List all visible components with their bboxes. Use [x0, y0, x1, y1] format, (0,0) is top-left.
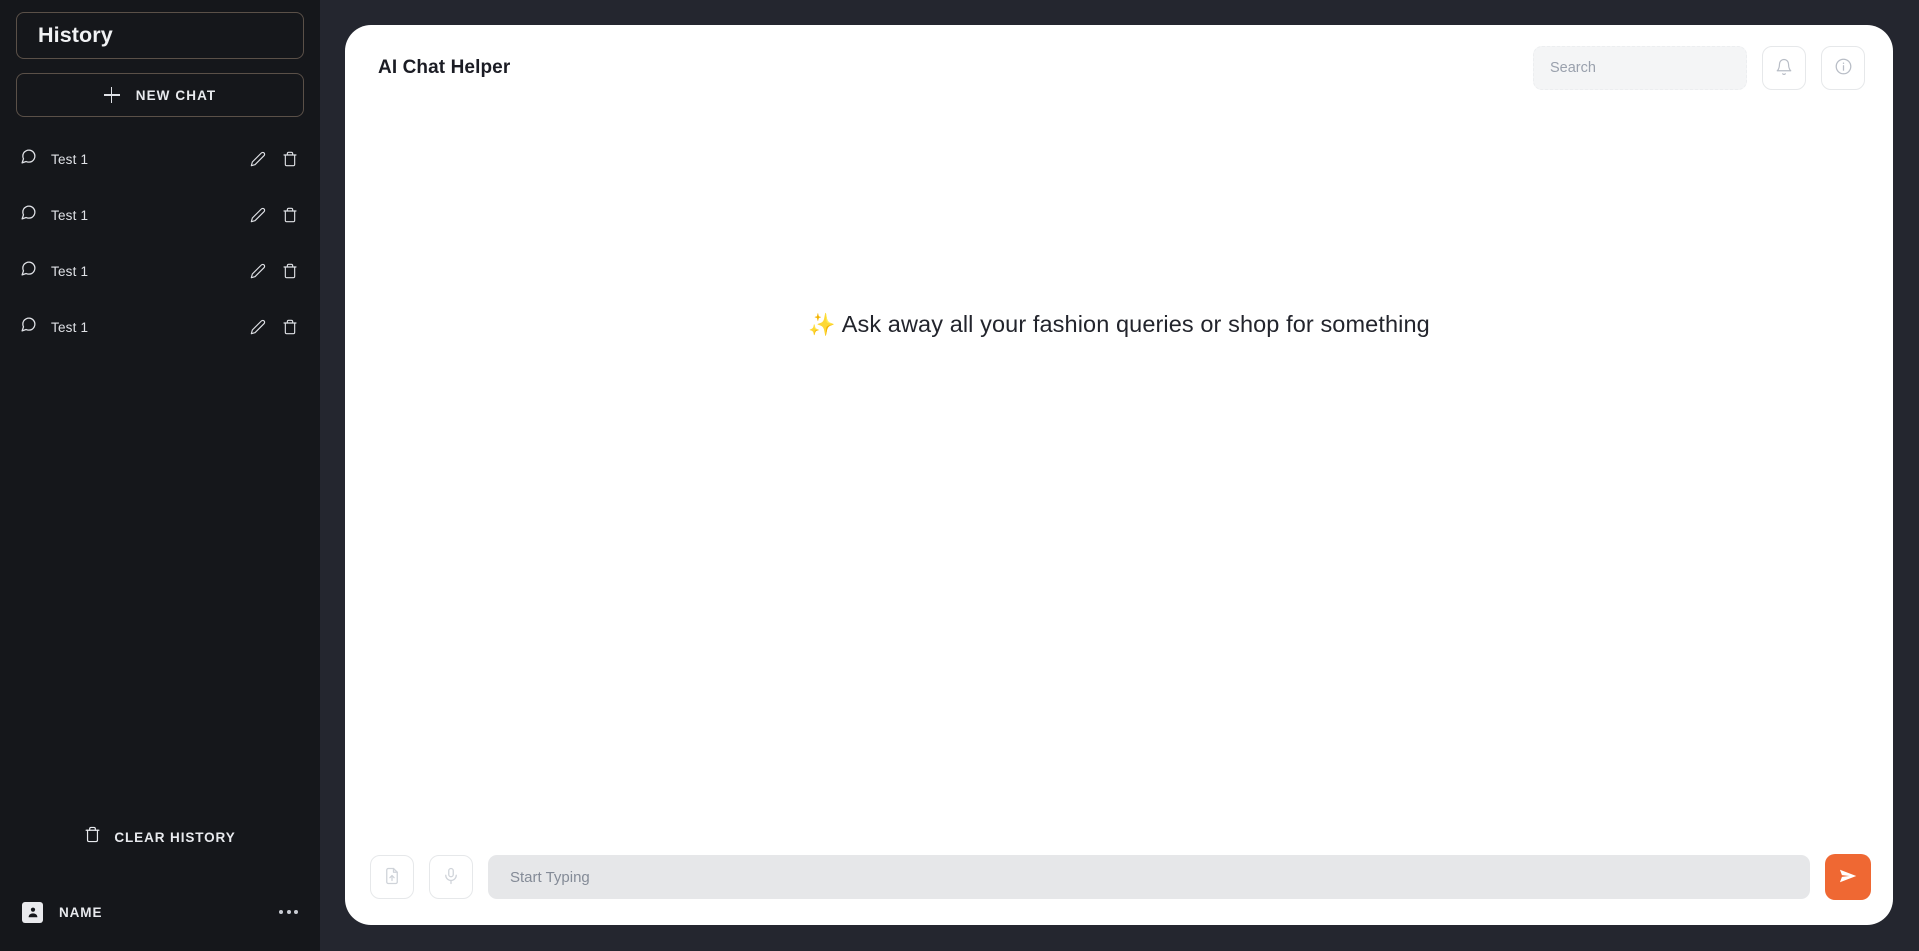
plus-icon — [103, 87, 120, 103]
pencil-icon[interactable] — [248, 205, 268, 225]
new-chat-label: NEW CHAT — [135, 87, 217, 103]
page-title: AI Chat Helper — [378, 57, 511, 78]
ellipsis-icon[interactable] — [279, 910, 298, 914]
send-icon — [1837, 865, 1859, 890]
trash-icon — [84, 826, 101, 848]
send-button[interactable] — [1825, 854, 1871, 900]
trash-icon[interactable] — [280, 205, 300, 225]
chat-history-item[interactable]: Test 1 — [0, 299, 320, 355]
chat-history-item-label: Test 1 — [51, 263, 89, 279]
main-panel: AI Chat Helper ✨ Ask away all your f — [345, 25, 1893, 925]
chat-history-item[interactable]: Test 1 — [0, 131, 320, 187]
message-input[interactable] — [488, 855, 1810, 899]
chat-bubble-icon — [20, 260, 37, 282]
chat-history-item-label: Test 1 — [51, 151, 89, 167]
panel-header: AI Chat Helper — [345, 25, 1893, 111]
file-upload-icon — [383, 867, 401, 888]
chat-bubble-icon — [20, 204, 37, 226]
clear-history-button[interactable]: CLEAR HISTORY — [0, 817, 320, 857]
chat-history-item[interactable]: Test 1 — [0, 187, 320, 243]
chat-body: ✨ Ask away all your fashion queries or s… — [345, 111, 1893, 829]
pencil-icon[interactable] — [248, 317, 268, 337]
chat-bubble-icon — [20, 148, 37, 170]
chat-item-actions — [248, 317, 300, 337]
chat-bubble-icon — [20, 316, 37, 338]
composer-bar — [345, 829, 1893, 925]
header-actions — [1533, 46, 1865, 90]
info-button[interactable] — [1821, 46, 1865, 90]
user-profile-row[interactable]: NAME — [0, 885, 320, 939]
search-input[interactable] — [1533, 46, 1747, 90]
app-root: History NEW CHAT Test 1 Test 1 Test 1 Te… — [0, 0, 1919, 951]
chat-history-list: Test 1 Test 1 Test 1 Test 1 — [0, 131, 320, 355]
microphone-icon — [442, 867, 460, 888]
chat-item-actions — [248, 149, 300, 169]
attach-file-button[interactable] — [370, 855, 414, 899]
empty-state-message: ✨ Ask away all your fashion queries or s… — [808, 311, 1430, 338]
sparkle-icon: ✨ — [808, 311, 836, 337]
chat-history-item-label: Test 1 — [51, 319, 89, 335]
chat-history-item[interactable]: Test 1 — [0, 243, 320, 299]
chat-history-item-label: Test 1 — [51, 207, 89, 223]
voice-input-button[interactable] — [429, 855, 473, 899]
trash-icon[interactable] — [280, 261, 300, 281]
history-header: History — [16, 12, 304, 59]
empty-state-text: Ask away all your fashion queries or sho… — [841, 311, 1430, 337]
person-icon — [22, 901, 43, 923]
bell-icon — [1775, 58, 1793, 79]
info-icon — [1834, 57, 1853, 79]
pencil-icon[interactable] — [248, 261, 268, 281]
trash-icon[interactable] — [280, 317, 300, 337]
chat-item-actions — [248, 261, 300, 281]
user-name-label: NAME — [59, 904, 103, 920]
pencil-icon[interactable] — [248, 149, 268, 169]
notifications-button[interactable] — [1762, 46, 1806, 90]
trash-icon[interactable] — [280, 149, 300, 169]
new-chat-button[interactable]: NEW CHAT — [16, 73, 304, 117]
sidebar: History NEW CHAT Test 1 Test 1 Test 1 Te… — [0, 0, 320, 951]
chat-item-actions — [248, 205, 300, 225]
history-title: History — [38, 23, 113, 47]
clear-history-label: CLEAR HISTORY — [114, 829, 236, 845]
